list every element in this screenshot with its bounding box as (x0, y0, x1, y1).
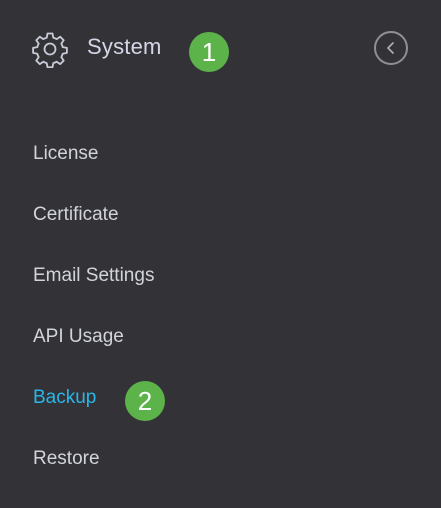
menu-item-license[interactable]: License (0, 128, 441, 189)
sidebar-header: System 1 (0, 0, 441, 100)
menu-item-certificate[interactable]: Certificate (0, 189, 441, 250)
menu-item-backup[interactable]: Backup (0, 372, 441, 433)
menu-item-api-usage[interactable]: API Usage (0, 311, 441, 372)
sidebar-title: System (87, 34, 162, 59)
gear-icon (31, 30, 69, 69)
menu-item-restore[interactable]: Restore (0, 433, 441, 494)
menu-item-email-settings[interactable]: Email Settings (0, 250, 441, 311)
system-menu: License Certificate Email Settings API U… (0, 128, 441, 494)
step-2-badge: 2 (125, 381, 165, 421)
step-1-badge: 1 (189, 32, 229, 72)
collapse-sidebar-button[interactable] (374, 31, 408, 65)
chevron-left-icon (387, 42, 394, 54)
system-sidebar: System 1 License Certificate Email Setti… (0, 0, 441, 508)
